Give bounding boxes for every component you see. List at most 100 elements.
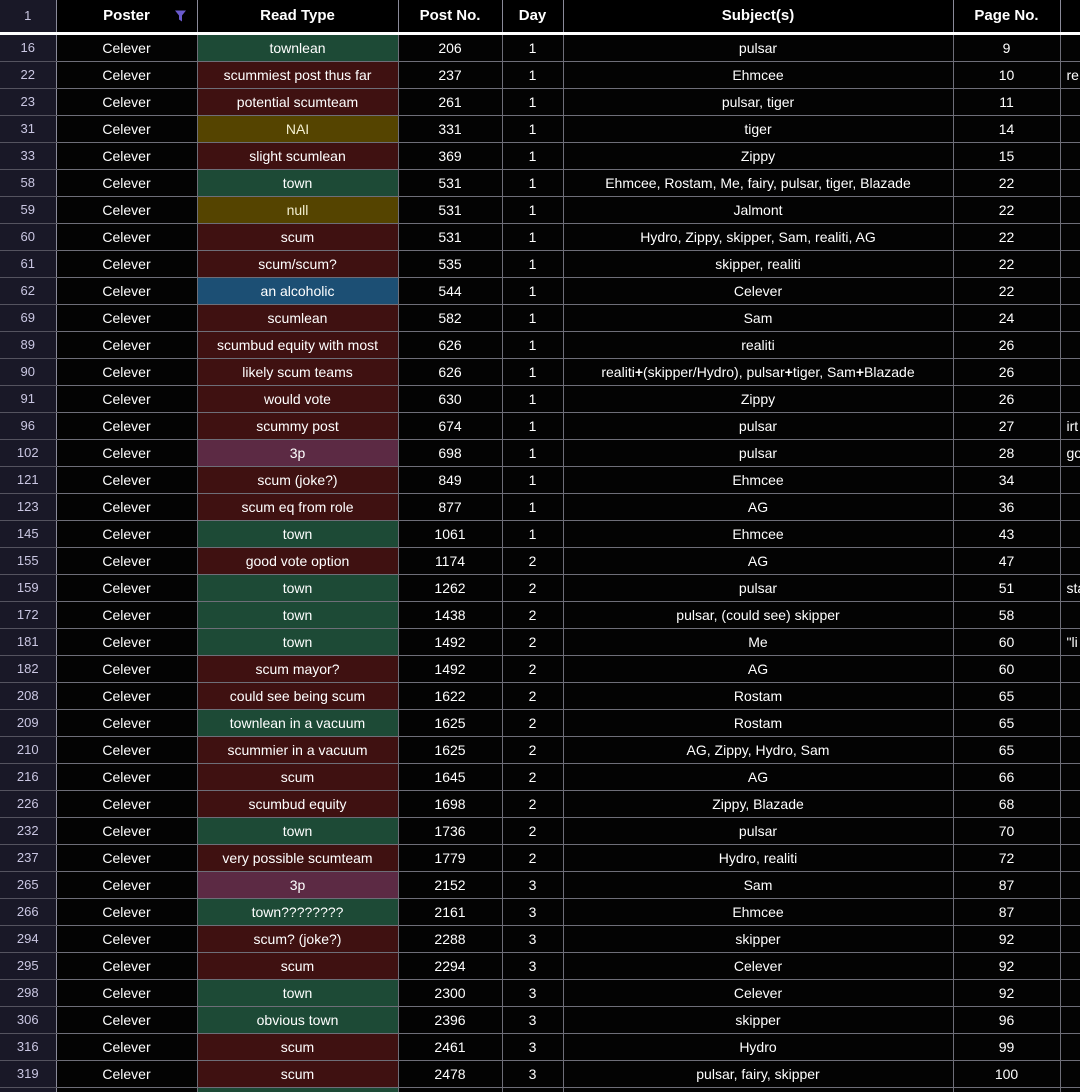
cell-day[interactable]: 1 xyxy=(502,142,564,170)
cell-poster[interactable]: Celever xyxy=(56,439,198,467)
cell-notes[interactable] xyxy=(1060,925,1080,953)
cell-post-no[interactable]: 531 xyxy=(398,169,503,197)
cell-read-type[interactable]: townlean xyxy=(197,33,399,62)
cell-page-no[interactable]: 24 xyxy=(953,304,1061,332)
table-row[interactable]: 298 Celever town 2300 3 Celever 92 xyxy=(0,979,1080,1007)
cell-poster[interactable]: Celever xyxy=(56,655,198,683)
cell-post-no[interactable]: 331 xyxy=(398,115,503,143)
row-number-cell[interactable]: 31 xyxy=(0,115,57,143)
cell-read-type[interactable]: 3p xyxy=(197,871,399,899)
cell-day[interactable]: 3 xyxy=(502,925,564,953)
table-row[interactable]: 319 Celever scum 2478 3 pulsar, fairy, skippe… xyxy=(0,1060,1080,1088)
table-row[interactable]: 23 Celever potential scumteam 261 1 pulsar, t… xyxy=(0,88,1080,116)
cell-subjects[interactable]: pulsar xyxy=(563,33,954,62)
cell-notes[interactable] xyxy=(1060,898,1080,926)
table-row[interactable]: 96 Celever scummy post 674 1 pulsar 27 irt xyxy=(0,412,1080,440)
cell-day[interactable]: 1 xyxy=(502,466,564,494)
row-number-cell[interactable]: 294 xyxy=(0,925,57,953)
cell-read-type[interactable]: slight scumlean xyxy=(197,142,399,170)
cell-poster[interactable]: Celever xyxy=(56,709,198,737)
cell-subjects[interactable]: Me xyxy=(563,628,954,656)
cell-post-no[interactable]: 626 xyxy=(398,331,503,359)
row-number-cell[interactable]: 216 xyxy=(0,763,57,791)
cell-read-type[interactable]: could see being scum xyxy=(197,682,399,710)
row-number-cell[interactable]: 266 xyxy=(0,898,57,926)
cell-day[interactable]: 3 xyxy=(502,952,564,980)
cell-day[interactable]: 1 xyxy=(502,412,564,440)
cell-poster[interactable]: Celever xyxy=(56,844,198,872)
cell-post-no[interactable]: 544 xyxy=(398,277,503,305)
cell-poster[interactable]: Celever xyxy=(56,331,198,359)
table-row[interactable]: 59 Celever null 531 1 Jalmont 22 xyxy=(0,196,1080,224)
cell-subjects[interactable]: Sam xyxy=(563,304,954,332)
column-header-notes[interactable] xyxy=(1060,0,1080,35)
cell-poster[interactable]: Celever xyxy=(56,628,198,656)
cell-page-no[interactable]: 92 xyxy=(953,979,1061,1007)
cell-notes[interactable] xyxy=(1060,493,1080,521)
cell-notes[interactable] xyxy=(1060,466,1080,494)
cell-page-no[interactable]: 70 xyxy=(953,817,1061,845)
row-number-cell[interactable]: 23 xyxy=(0,88,57,116)
filter-icon[interactable] xyxy=(174,9,187,22)
cell-poster[interactable]: Celever xyxy=(56,682,198,710)
row-number-cell[interactable]: 181 xyxy=(0,628,57,656)
cell-subjects[interactable]: skipper, realiti xyxy=(563,250,954,278)
cell-read-type[interactable]: scumlean xyxy=(197,304,399,332)
cell-page-no[interactable]: 26 xyxy=(953,385,1061,413)
table-row[interactable]: 266 Celever town???????? 2161 3 Ehmcee 87 xyxy=(0,898,1080,926)
cell-day[interactable]: 2 xyxy=(502,655,564,683)
cell-poster[interactable]: Celever xyxy=(56,466,198,494)
cell-day[interactable]: 2 xyxy=(502,736,564,764)
cell-read-type[interactable]: scummy post xyxy=(197,412,399,440)
cell-post-no[interactable]: 1492 xyxy=(398,628,503,656)
cell-notes[interactable] xyxy=(1060,736,1080,764)
cell-notes[interactable] xyxy=(1060,223,1080,251)
table-row[interactable]: 62 Celever an alcoholic 544 1 Celever 22 xyxy=(0,277,1080,305)
cell-page-no[interactable]: 22 xyxy=(953,250,1061,278)
cell-page-no[interactable]: 43 xyxy=(953,520,1061,548)
cell-page-no[interactable]: 14 xyxy=(953,115,1061,143)
cell-read-type[interactable]: scum? (joke?) xyxy=(197,925,399,953)
cell-read-type[interactable]: scummier in a vacuum xyxy=(197,736,399,764)
cell-poster[interactable]: Celever xyxy=(56,385,198,413)
cell-notes[interactable] xyxy=(1060,88,1080,116)
cell-subjects[interactable]: pulsar, tiger xyxy=(563,88,954,116)
cell-notes[interactable] xyxy=(1060,979,1080,1007)
cell-read-type[interactable]: good vote option xyxy=(197,547,399,575)
cell-day[interactable]: 2 xyxy=(502,574,564,602)
cell-page-no[interactable]: 15 xyxy=(953,142,1061,170)
row-number-cell[interactable]: 89 xyxy=(0,331,57,359)
cell-day[interactable]: 2 xyxy=(502,817,564,845)
table-row[interactable]: 210 Celever scummier in a vacuum 1625 2 AG, Z… xyxy=(0,736,1080,764)
cell-post-no[interactable]: 1492 xyxy=(398,655,503,683)
cell-day[interactable]: 3 xyxy=(502,898,564,926)
cell-notes[interactable]: re xyxy=(1060,61,1080,89)
table-row[interactable]: 22 Celever scummiest post thus far 237 1 Ehmc… xyxy=(0,61,1080,89)
cell-subjects[interactable]: pulsar xyxy=(563,817,954,845)
cell-read-type[interactable]: town xyxy=(197,574,399,602)
cell-post-no[interactable]: 1698 xyxy=(398,790,503,818)
cell-page-no[interactable]: 92 xyxy=(953,925,1061,953)
cell-notes[interactable] xyxy=(1060,601,1080,629)
cell-post-no[interactable]: 1262 xyxy=(398,574,503,602)
row-number-cell[interactable]: 306 xyxy=(0,1006,57,1034)
cell-read-type[interactable]: NAI xyxy=(197,115,399,143)
cell-page-no[interactable]: 87 xyxy=(953,871,1061,899)
cell-post-no[interactable]: 877 xyxy=(398,493,503,521)
table-row[interactable]: 226 Celever scumbud equity 1698 2 Zippy, Blaz… xyxy=(0,790,1080,818)
cell-read-type[interactable]: town xyxy=(197,979,399,1007)
cell-subjects[interactable]: Ehmcee xyxy=(563,61,954,89)
cell-read-type[interactable]: an alcoholic xyxy=(197,277,399,305)
cell-day[interactable]: 1 xyxy=(502,304,564,332)
cell-subjects[interactable]: AG xyxy=(563,493,954,521)
cell-poster[interactable]: Celever xyxy=(56,736,198,764)
cell-subjects[interactable]: Rostam xyxy=(563,682,954,710)
cell-notes[interactable] xyxy=(1060,1033,1080,1061)
cell-read-type[interactable]: town xyxy=(197,628,399,656)
cell-subjects[interactable]: Jalmont xyxy=(563,196,954,224)
cell-day[interactable]: 3 xyxy=(502,1033,564,1061)
cell-page-no[interactable]: 36 xyxy=(953,493,1061,521)
cell-post-no[interactable]: 1779 xyxy=(398,844,503,872)
cell-poster[interactable]: Celever xyxy=(56,952,198,980)
cell-post-no[interactable]: 1174 xyxy=(398,547,503,575)
